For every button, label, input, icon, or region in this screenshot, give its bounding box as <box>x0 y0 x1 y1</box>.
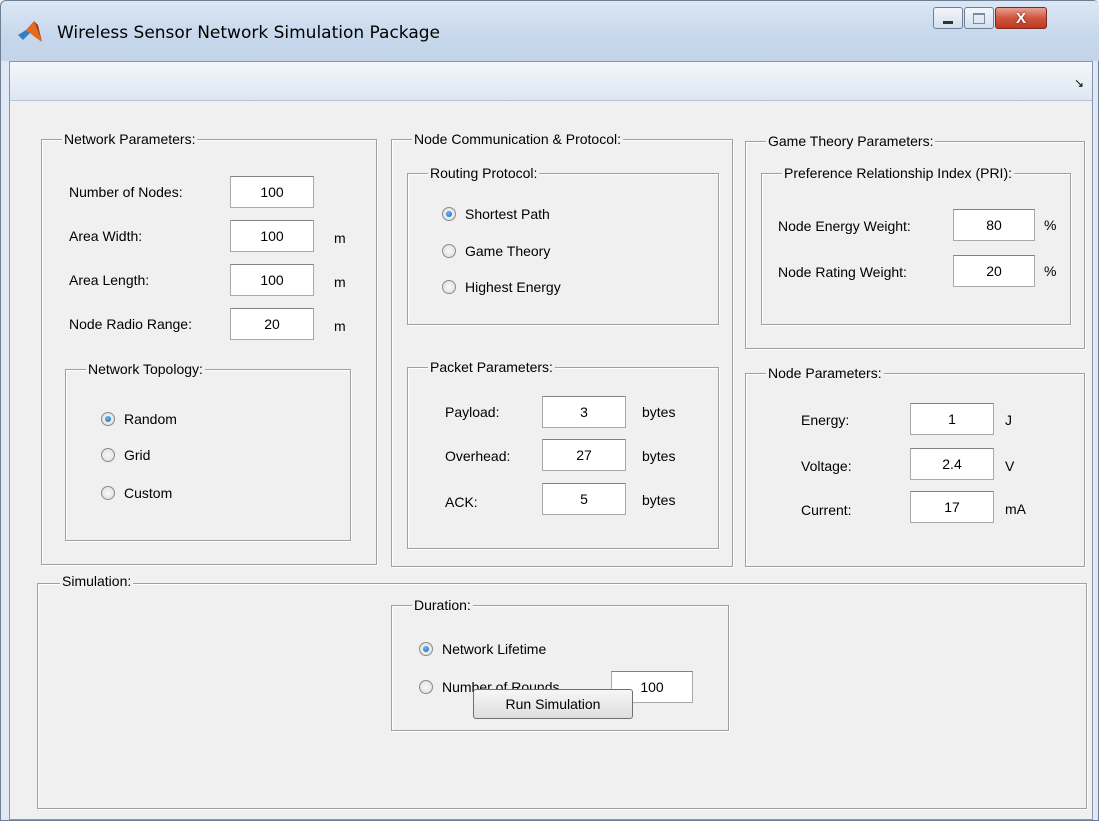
node-rating-weight-unit: % <box>1044 263 1057 279</box>
run-simulation-button[interactable]: Run Simulation <box>473 689 633 719</box>
game-theory-legend: Game Theory Parameters: <box>766 132 936 150</box>
radio-unselected-icon <box>419 680 433 694</box>
node-radio-range-label: Node Radio Range: <box>69 316 192 332</box>
undock-arrow-icon[interactable]: ↘ <box>1074 76 1084 90</box>
topology-random-label: Random <box>124 411 177 427</box>
network-parameters-legend: Network Parameters: <box>62 130 198 148</box>
radio-selected-icon <box>419 642 433 656</box>
energy-unit: J <box>1005 412 1012 428</box>
area-width-label: Area Width: <box>69 228 143 244</box>
packet-parameters-legend: Packet Parameters: <box>428 358 555 376</box>
routing-highest-energy-label: Highest Energy <box>465 279 561 295</box>
ack-input[interactable]: 5 <box>542 483 626 515</box>
area-length-label: Area Length: <box>69 272 150 288</box>
title-bar[interactable]: Wireless Sensor Network Simulation Packa… <box>1 1 1099 61</box>
area-length-input[interactable]: 100 <box>230 264 314 296</box>
current-label: Current: <box>801 502 852 518</box>
node-communication-legend: Node Communication & Protocol: <box>412 130 623 148</box>
area-width-unit: m <box>334 230 346 246</box>
overhead-input[interactable]: 27 <box>542 439 626 471</box>
radio-unselected-icon <box>101 448 115 462</box>
node-energy-weight-label: Node Energy Weight: <box>778 218 911 234</box>
minimize-icon <box>943 20 953 24</box>
matlab-logo-icon <box>17 19 43 45</box>
duration-legend: Duration: <box>412 596 473 614</box>
ack-label: ACK: <box>445 494 478 510</box>
maximize-icon <box>973 12 985 24</box>
overhead-unit: bytes <box>642 448 676 464</box>
node-parameters-legend: Node Parameters: <box>766 364 884 382</box>
node-energy-weight-input[interactable]: 80 <box>953 209 1035 241</box>
topology-custom-radio[interactable]: Custom <box>101 483 172 503</box>
figure-toolbar: ↘ <box>10 62 1092 101</box>
network-topology-legend: Network Topology: <box>86 360 205 378</box>
energy-label: Energy: <box>801 412 850 428</box>
radio-selected-icon <box>442 207 456 221</box>
overhead-label: Overhead: <box>445 448 511 464</box>
routing-game-theory-radio[interactable]: Game Theory <box>442 241 550 261</box>
application-window: Wireless Sensor Network Simulation Packa… <box>0 0 1099 821</box>
current-input[interactable]: 17 <box>910 491 994 523</box>
topology-grid-radio[interactable]: Grid <box>101 445 150 465</box>
number-of-nodes-label: Number of Nodes: <box>69 184 183 200</box>
payload-input[interactable]: 3 <box>542 396 626 428</box>
close-icon: X <box>1015 9 1026 27</box>
duration-network-lifetime-label: Network Lifetime <box>442 641 547 657</box>
radio-unselected-icon <box>442 244 456 258</box>
voltage-unit: V <box>1005 458 1015 474</box>
radio-selected-icon <box>101 412 115 426</box>
payload-unit: bytes <box>642 404 676 420</box>
current-unit: mA <box>1005 501 1026 517</box>
topology-custom-label: Custom <box>124 485 173 501</box>
number-of-nodes-input[interactable]: 100 <box>230 176 314 208</box>
node-rating-weight-input[interactable]: 20 <box>953 255 1035 287</box>
topology-grid-label: Grid <box>124 447 151 463</box>
pri-legend: Preference Relationship Index (PRI): <box>782 164 1014 182</box>
node-radio-range-input[interactable]: 20 <box>230 308 314 340</box>
simulation-legend: Simulation: <box>60 572 134 590</box>
routing-shortest-path-label: Shortest Path <box>465 206 550 222</box>
voltage-label: Voltage: <box>801 458 852 474</box>
voltage-input[interactable]: 2.4 <box>910 448 994 480</box>
node-energy-weight-unit: % <box>1044 217 1057 233</box>
energy-input[interactable]: 1 <box>910 403 994 435</box>
area-width-input[interactable]: 100 <box>230 220 314 252</box>
maximize-button[interactable] <box>964 7 994 29</box>
routing-protocol-legend: Routing Protocol: <box>428 164 540 182</box>
node-rating-weight-label: Node Rating Weight: <box>778 264 907 280</box>
window-title: Wireless Sensor Network Simulation Packa… <box>57 23 441 43</box>
topology-random-radio[interactable]: Random <box>101 409 177 429</box>
area-length-unit: m <box>334 274 346 290</box>
duration-network-lifetime-radio[interactable]: Network Lifetime <box>419 639 546 659</box>
routing-game-theory-label: Game Theory <box>465 243 551 259</box>
node-radio-range-unit: m <box>334 318 346 334</box>
radio-unselected-icon <box>101 486 115 500</box>
routing-shortest-path-radio[interactable]: Shortest Path <box>442 204 550 224</box>
pri-panel: Preference Relationship Index (PRI): <box>761 164 1071 325</box>
radio-unselected-icon <box>442 280 456 294</box>
routing-highest-energy-radio[interactable]: Highest Energy <box>442 277 561 297</box>
ack-unit: bytes <box>642 492 676 508</box>
minimize-button[interactable] <box>933 7 963 29</box>
payload-label: Payload: <box>445 404 500 420</box>
close-button[interactable]: X <box>995 7 1047 29</box>
